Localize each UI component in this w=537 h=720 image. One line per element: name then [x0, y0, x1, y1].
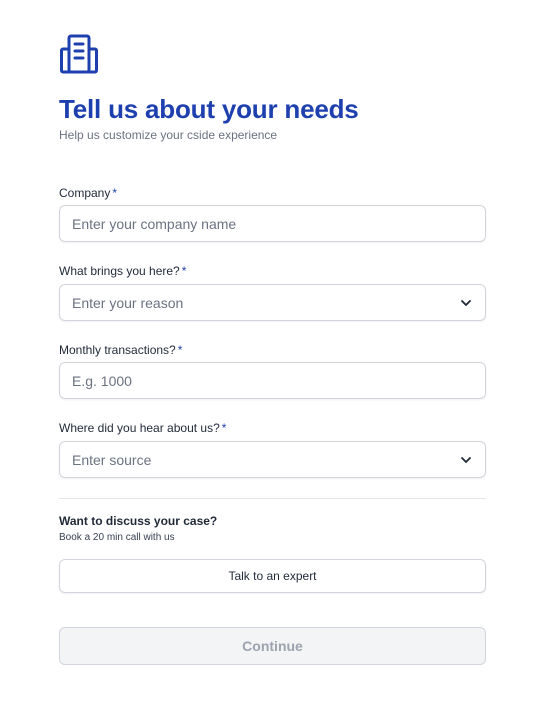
reason-select-placeholder: Enter your reason: [72, 294, 184, 311]
page-subtitle: Help us customize your cside experience: [59, 128, 278, 142]
transactions-input[interactable]: [72, 372, 473, 389]
required-marker: *: [221, 421, 227, 435]
reason-label: What brings you here? *: [59, 264, 186, 278]
building-icon: [60, 34, 98, 74]
source-select-placeholder: Enter source: [72, 451, 152, 468]
talk-to-expert-button[interactable]: Talk to an expert: [59, 559, 486, 593]
chevron-down-icon: [461, 456, 471, 463]
discuss-subtitle: Book a 20 min call with us: [59, 532, 175, 543]
source-label-text: Where did you hear about us?: [59, 421, 220, 435]
transactions-label: Monthly transactions? *: [59, 343, 182, 357]
source-select[interactable]: Enter source: [59, 441, 486, 478]
company-input[interactable]: [72, 215, 473, 232]
page-title: Tell us about your needs: [59, 94, 359, 124]
required-marker: *: [181, 264, 187, 278]
transactions-field[interactable]: [59, 362, 486, 399]
company-label: Company *: [59, 186, 117, 200]
transactions-label-text: Monthly transactions?: [59, 343, 176, 357]
chevron-down-icon: [461, 299, 471, 306]
discuss-title: Want to discuss your case?: [59, 514, 218, 528]
reason-select[interactable]: Enter your reason: [59, 284, 486, 321]
divider: [59, 498, 486, 499]
continue-button[interactable]: Continue: [59, 627, 486, 665]
reason-label-text: What brings you here?: [59, 264, 180, 278]
source-label: Where did you hear about us? *: [59, 421, 226, 435]
required-marker: *: [177, 343, 183, 357]
required-marker: *: [112, 186, 118, 200]
company-field[interactable]: [59, 205, 486, 242]
company-label-text: Company: [59, 186, 111, 200]
